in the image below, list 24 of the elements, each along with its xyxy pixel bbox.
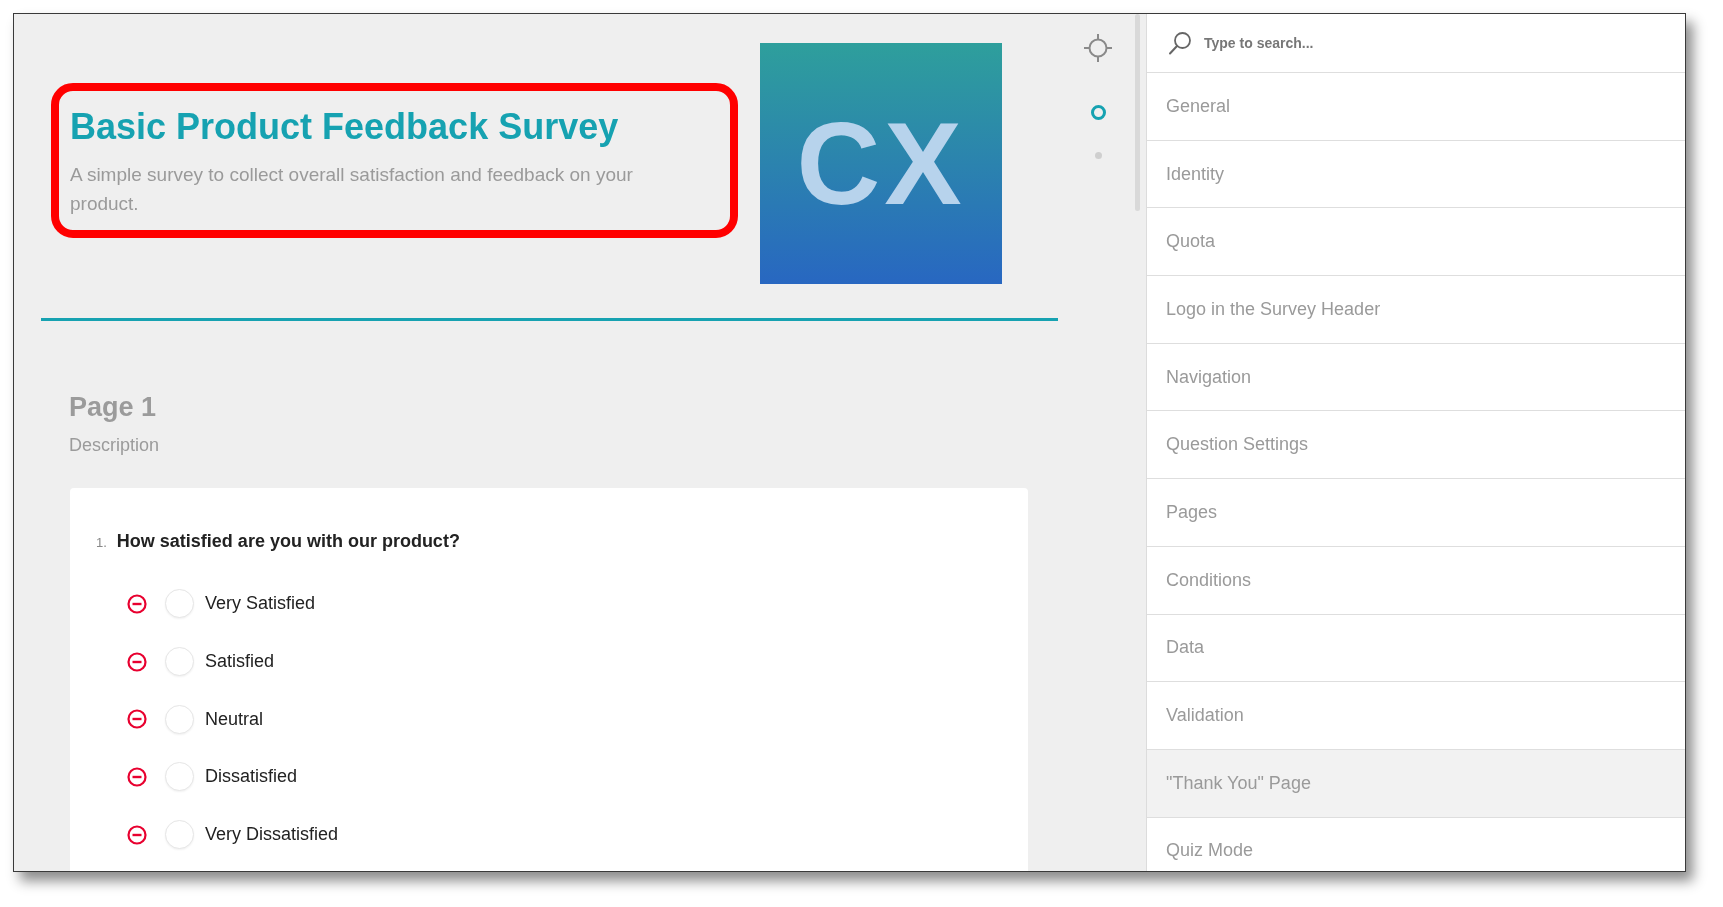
question-number: 1. bbox=[96, 534, 107, 552]
choice-label: Neutral bbox=[205, 708, 264, 730]
crosshair-icon[interactable] bbox=[1084, 34, 1112, 62]
page-description: Description bbox=[69, 434, 160, 457]
remove-minus-icon[interactable] bbox=[127, 824, 147, 845]
survey-description: A simple survey to collect overall satisfaction and feedback on your product. bbox=[70, 163, 634, 216]
search-field[interactable]: Type to search... bbox=[1204, 35, 1504, 51]
choice-label: Dissatisfied bbox=[205, 766, 298, 788]
remove-minus-icon[interactable] bbox=[127, 593, 147, 614]
page-title: Page 1 bbox=[69, 391, 157, 424]
choice-label: Very Dissatisfied bbox=[205, 824, 339, 846]
survey-title: Basic Product Feedback Survey bbox=[70, 105, 619, 149]
choice-label: Satisfied bbox=[205, 651, 275, 673]
sidebar-item[interactable]: "Thank You" Page bbox=[1147, 749, 1685, 818]
remove-minus-icon[interactable] bbox=[127, 709, 147, 730]
navigation-ring-icon[interactable] bbox=[1090, 105, 1106, 120]
scrollbar-thumb[interactable] bbox=[1135, 14, 1140, 211]
remove-minus-icon[interactable] bbox=[127, 766, 147, 787]
search-icon bbox=[1168, 31, 1192, 55]
remove-minus-icon[interactable] bbox=[127, 651, 147, 672]
choice-label: Very Satisfied bbox=[205, 593, 316, 615]
question-text: How satisfied are you with our product? bbox=[116, 530, 460, 553]
navigation-dot-icon[interactable] bbox=[1094, 152, 1102, 159]
logo: CX bbox=[760, 43, 1002, 284]
